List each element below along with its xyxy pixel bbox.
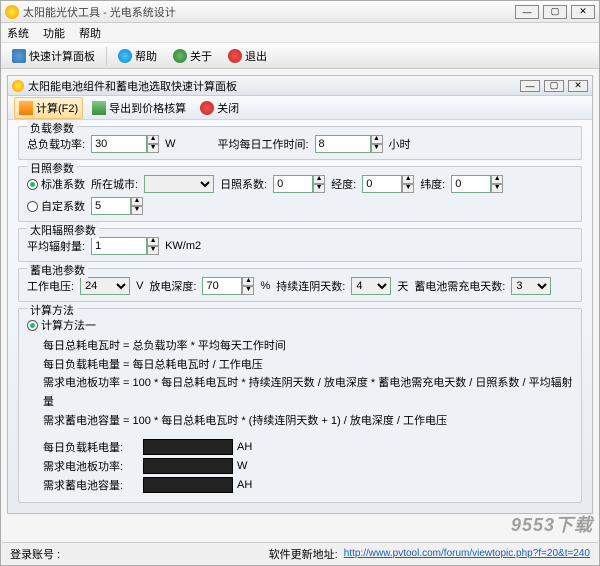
maximize-button[interactable]: ▢ [543, 5, 567, 19]
spin-down-icon[interactable]: ▼ [371, 144, 383, 153]
panel-minimize-button[interactable]: — [520, 80, 540, 92]
compute-icon [19, 101, 33, 115]
panel-maximize-button[interactable]: ▢ [544, 80, 564, 92]
panel-toolbar: 计算(F2) 导出到价格核算 关闭 [8, 96, 592, 120]
spin-down-icon[interactable]: ▼ [147, 144, 159, 153]
titlebar: 太阳能光伏工具 - 光电系统设计 — ▢ ✕ [1, 1, 599, 23]
exit-icon [228, 49, 242, 63]
legend-load: 负载参数 [27, 120, 77, 136]
panel-icon [12, 80, 24, 92]
update-link[interactable]: http://www.pvtool.com/forum/viewtopic.ph… [344, 548, 590, 559]
legend-sun: 日照参数 [27, 160, 77, 176]
export-icon [92, 101, 106, 115]
menu-help[interactable]: 帮助 [79, 25, 101, 41]
formula3: 需求电池板功率 = 100 * 每日总耗电瓦时 * 持续连阴天数 / 放电深度 … [43, 374, 573, 411]
close-panel-button[interactable]: 关闭 [195, 97, 244, 119]
charge-label: 蓄电池需充电天数: [414, 278, 505, 294]
update-label: 软件更新地址: [269, 546, 338, 562]
group-battery: 蓄电池参数 工作电压: 24 V 放电深度: ▲▼ % 持续连阴天数: 4 天 … [18, 268, 582, 302]
result3-value [143, 477, 233, 493]
dod-input[interactable]: ▲▼ [202, 277, 254, 295]
group-radiation: 太阳辐照参数 平均辐射量: ▲▼ KW/m2 [18, 228, 582, 262]
spin-up-icon[interactable]: ▲ [371, 135, 383, 144]
voltage-label: 工作电压: [27, 278, 74, 294]
menubar: 系统 功能 帮助 [1, 23, 599, 43]
formula4: 需求蓄电池容量 = 100 * 每日总耗电瓦时 * (持续连阴天数 + 1) /… [43, 412, 573, 431]
result3: 需求蓄电池容量:AH [43, 477, 573, 493]
result2: 需求电池板功率:W [43, 458, 573, 474]
formula1: 每日总耗电瓦时 = 总负载功率 * 平均每天工作时间 [43, 337, 573, 356]
legend-radiation: 太阳辐照参数 [27, 222, 99, 238]
lat-input[interactable]: ▲▼ [451, 175, 503, 193]
radio-method1[interactable]: 计算方法一 [27, 317, 96, 333]
window-title: 太阳能光伏工具 - 光电系统设计 [23, 4, 515, 20]
menu-system[interactable]: 系统 [7, 25, 29, 41]
calculator-icon [12, 49, 26, 63]
voltage-select[interactable]: 24 [80, 277, 130, 295]
group-load: 负载参数 总负载功率: ▲▼ W 平均每日工作时间: ▲▼ 小时 [18, 126, 582, 160]
lon-label: 经度: [331, 176, 356, 192]
spin-up-icon[interactable]: ▲ [147, 135, 159, 144]
radio-std-coef[interactable]: 标准系数 [27, 176, 85, 192]
cloudy-select[interactable]: 4 [351, 277, 391, 295]
total-power-label: 总负载功率: [27, 136, 85, 152]
menu-function[interactable]: 功能 [43, 25, 65, 41]
exit-button[interactable]: 退出 [223, 45, 272, 67]
statusbar: 登录账号 : 软件更新地址: http://www.pvtool.com/for… [2, 542, 598, 564]
legend-battery: 蓄电池参数 [27, 262, 88, 278]
separator [106, 47, 107, 65]
city-label: 所在城市: [91, 176, 138, 192]
close-icon [200, 101, 214, 115]
info-icon [173, 49, 187, 63]
minimize-button[interactable]: — [515, 5, 539, 19]
result1: 每日负载耗电量:AH [43, 439, 573, 455]
calc-panel: 太阳能电池组件和蓄电池选取快速计算面板 — ▢ ✕ 计算(F2) 导出到价格核算… [7, 75, 593, 514]
charge-select[interactable]: 3 [511, 277, 551, 295]
about-button[interactable]: 关于 [168, 45, 217, 67]
result2-value [143, 458, 233, 474]
dod-label: 放电深度: [149, 278, 196, 294]
quick-calc-button[interactable]: 快速计算面板 [7, 45, 100, 67]
work-hours-label: 平均每日工作时间: [217, 136, 308, 152]
compute-button[interactable]: 计算(F2) [14, 97, 83, 119]
watermark: 9553下载 [511, 511, 593, 537]
result1-value [143, 439, 233, 455]
formula2: 每日负载耗电量 = 每日总耗电瓦时 / 工作电压 [43, 356, 573, 375]
sun-coef-input[interactable]: ▲▼ [273, 175, 325, 193]
legend-method: 计算方法 [27, 302, 77, 318]
main-toolbar: 快速计算面板 帮助 关于 退出 [1, 43, 599, 69]
avg-rad-label: 平均辐射量: [27, 238, 85, 254]
city-select[interactable] [144, 175, 214, 193]
panel-title: 太阳能电池组件和蓄电池选取快速计算面板 [28, 78, 520, 94]
panel-titlebar: 太阳能电池组件和蓄电池选取快速计算面板 — ▢ ✕ [8, 76, 592, 96]
avg-rad-input[interactable]: ▲▼ [91, 237, 159, 255]
help-icon [118, 49, 132, 63]
cloudy-label: 持续连阴天数: [276, 278, 345, 294]
lon-input[interactable]: ▲▼ [362, 175, 414, 193]
panel-close-button[interactable]: ✕ [568, 80, 588, 92]
close-button[interactable]: ✕ [571, 5, 595, 19]
export-button[interactable]: 导出到价格核算 [87, 97, 191, 119]
work-hours-input[interactable]: ▲▼ [315, 135, 383, 153]
radio-custom-coef[interactable]: 自定系数 [27, 198, 85, 214]
lat-label: 纬度: [420, 176, 445, 192]
help-button[interactable]: 帮助 [113, 45, 162, 67]
group-method: 计算方法 计算方法一 每日总耗电瓦时 = 总负载功率 * 平均每天工作时间 每日… [18, 308, 582, 503]
group-sun: 日照参数 标准系数 所在城市: 日照系数: ▲▼ 经度: ▲▼ 纬度: ▲▼ 自… [18, 166, 582, 222]
total-power-input[interactable]: ▲▼ [91, 135, 159, 153]
login-label: 登录账号 : [10, 546, 60, 562]
custom-coef-input[interactable]: ▲▼ [91, 197, 143, 215]
sun-coef-label: 日照系数: [220, 176, 267, 192]
app-icon [5, 5, 19, 19]
